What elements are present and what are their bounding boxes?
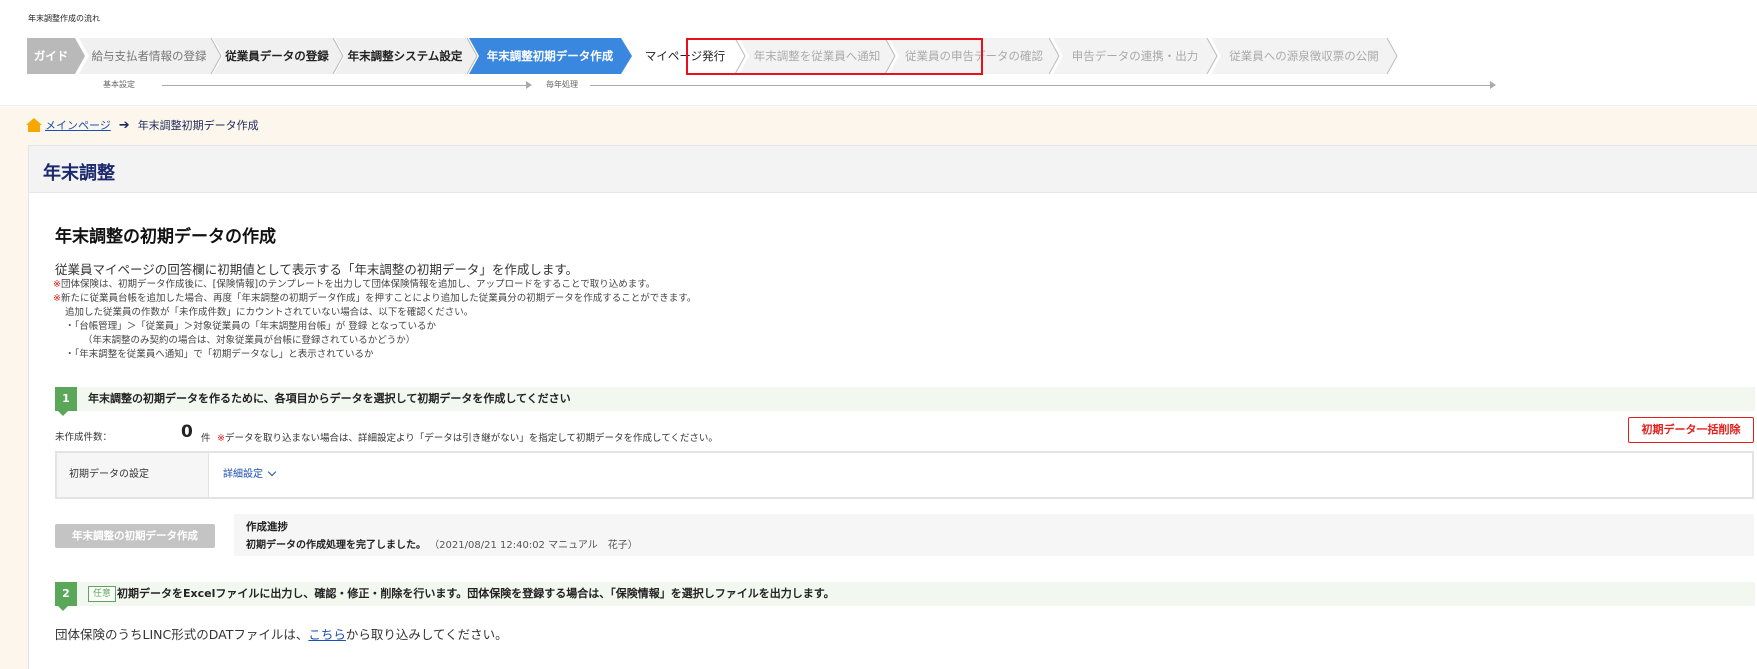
progress-box: 作成進捗 初期データの作成処理を完了しました。 （2021/08/21 12:4… (234, 514, 1754, 556)
guide-step-payer-info[interactable]: 給与支払者情報の登録 (79, 38, 222, 74)
bulk-delete-button[interactable]: 初期データ一括削除 (1628, 417, 1754, 443)
content-panel: 年末調整 年末調整の初期データの作成 従業員マイページの回答欄に初期値として表示… (28, 145, 1757, 669)
breadcrumb-arrow-icon: ➔ (118, 117, 130, 133)
phase-yearly-arrow (1490, 81, 1496, 89)
guide-step-system-settings[interactable]: 年末調整システム設定 (335, 38, 478, 74)
linc-note-after: から取り込みしてください。 (345, 627, 508, 642)
step2-number: 2 (55, 582, 77, 611)
step2-text: 初期データをExcelファイルに出力し、確認・修正・削除を行います。団体保険を登… (117, 587, 835, 600)
note-bullet-sub: （年末調整のみ契約の場合は、対象従業員が台帳に登録されているかどうか） (83, 335, 416, 346)
note-text: 団体保険は、初期データ作成後に、[保険情報]のテンプレートを出力して団体保険情報… (60, 279, 656, 290)
guide-step-label: ガイド (33, 49, 69, 63)
note-item: ※新たに従業員台帳を追加した場合、再度「年末調整の初期データ作成」を押すことによ… (53, 292, 696, 306)
create-initial-data-button[interactable]: 年末調整の初期データ作成 (55, 524, 215, 548)
uncreated-count-unit: 件 (201, 433, 211, 444)
guide-step-label: 年末調整システム設定 (347, 49, 463, 63)
note-item: ※団体保険は、初期データ作成後に、[保険情報]のテンプレートを出力して団体保険情… (53, 278, 696, 292)
count-note-text: データを取り込まない場合は、詳細設定より「データは引き継がない」を指定して初期デ… (224, 433, 718, 444)
breadcrumb: メインページ ➔ 年末調整初期データ作成 (26, 117, 259, 133)
guide-step-label: 申告データの連携・出力 (1071, 49, 1199, 63)
note-mark: ※ (53, 293, 61, 304)
phase-yearly-line (590, 85, 1490, 86)
linc-note-before: 団体保険のうちLINC形式のDATファイルは、 (55, 627, 309, 642)
guide-step-label: 従業員への源泉徴収票の公開 (1229, 49, 1379, 63)
progress-message-text: 初期データの作成処理を完了しました。 (246, 540, 426, 551)
page-title: 年末調整 (43, 163, 115, 184)
highlight-box (686, 38, 983, 75)
section-description: 従業員マイページの回答欄に初期値として表示する「年末調整の初期データ」を作成しま… (55, 262, 579, 277)
settings-table: 初期データの設定 詳細設定 (55, 451, 1754, 499)
detail-settings-link[interactable]: 詳細設定 (223, 453, 277, 497)
step1-text: 年末調整の初期データを作るために、各項目からデータを選択して初期データを作成して… (88, 392, 571, 405)
here-link[interactable]: こちら (308, 627, 346, 642)
guide-step-label: 年末調整初期データ作成 (486, 49, 614, 63)
uncreated-count-label: 未作成件数： (55, 432, 113, 443)
detail-settings-label: 詳細設定 (223, 469, 263, 480)
section-title: 年末調整の初期データの作成 (55, 227, 276, 247)
guide-step-publish-withholding[interactable]: 従業員への源泉徴収票の公開 (1211, 38, 1398, 74)
guide-step-initial-data[interactable]: 年末調整初期データ作成 (469, 38, 632, 74)
phase-basic-line (162, 85, 526, 86)
main-area: メインページ ➔ 年末調整初期データ作成 年末調整 年末調整の初期データの作成 … (0, 107, 1757, 669)
count-note: ※データを取り込まない場合は、詳細設定より「データは引き継がない」を指定して初期… (217, 430, 718, 444)
settings-label: 初期データの設定 (57, 453, 209, 497)
panel-header: 年末調整 (29, 146, 1757, 193)
guide-title: 年末調整作成の流れ (28, 14, 100, 23)
chevron-down-icon (267, 467, 277, 477)
progress-title: 作成進捗 (246, 521, 288, 533)
step2-bar: 2 任意 初期データをExcelファイルに出力し、確認・修正・削除を行います。団… (55, 582, 1755, 611)
note-mark: ※ (217, 433, 225, 444)
guide-step-label: 従業員データの登録 (225, 49, 329, 63)
uncreated-count-value: 0 (181, 422, 193, 442)
guide-step-employee-data[interactable]: 従業員データの登録 (213, 38, 344, 74)
home-icon (26, 118, 42, 132)
breadcrumb-current: 年末調整初期データ作成 (137, 119, 259, 132)
note-bullet: ・「台帳管理」＞「従業員」＞対象従業員の「年末調整用台帳」が 登録 となっている… (65, 321, 437, 332)
note-mark: ※ (53, 279, 61, 290)
progress-meta: （2021/08/21 12:40:02 マニュアル 花子） (429, 540, 638, 551)
progress-message: 初期データの作成処理を完了しました。 （2021/08/21 12:40:02 … (246, 536, 638, 551)
notes-block: ※団体保険は、初期データ作成後に、[保険情報]のテンプレートを出力して団体保険情… (53, 278, 696, 362)
guide-header: 年末調整作成の流れ ガイド 給与支払者情報の登録 従業員データの登録 年末調整シ… (0, 0, 1757, 106)
breadcrumb-home-link[interactable]: メインページ (45, 117, 111, 133)
phase-basic-label: 基本設定 (103, 80, 135, 89)
step1-bar: 1 年末調整の初期データを作るために、各項目からデータを選択して初期データを作成… (55, 387, 1755, 416)
linc-note: 団体保険のうちLINC形式のDATファイルは、こちらから取り込みしてください。 (55, 624, 508, 643)
phase-basic-arrow (526, 81, 532, 89)
guide-step-label: 給与支払者情報の登録 (91, 49, 207, 63)
guide-step-guide[interactable]: ガイド (27, 38, 85, 74)
step1-number: 1 (55, 387, 77, 416)
note-text: 新たに従業員台帳を追加した場合、再度「年末調整の初期データ作成」を押すことにより… (60, 293, 697, 304)
guide-step-export-data[interactable]: 申告データの連携・出力 (1053, 38, 1218, 74)
optional-badge: 任意 (88, 586, 117, 602)
note-sub: 追加した従業員の作数が「未作成件数」にカウントされていない場合は、以下を確認くだ… (65, 307, 474, 318)
note-bullet: ・「年末調整を従業員へ通知」で「初期データなし」と表示されているか (65, 349, 374, 360)
phase-yearly-label: 毎年処理 (546, 80, 578, 89)
